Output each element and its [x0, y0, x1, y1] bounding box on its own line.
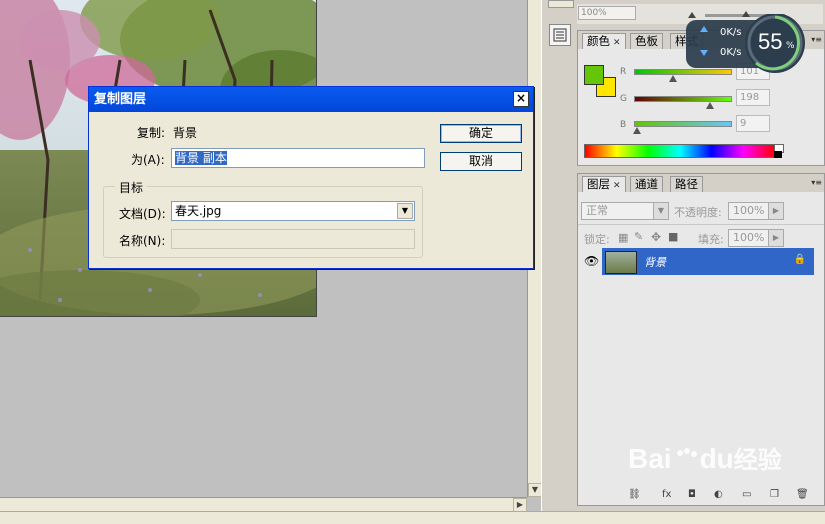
scroll-down-arrow-icon[interactable]: ▼	[528, 483, 542, 497]
panel-dock-strip	[545, 0, 576, 511]
green-slider[interactable]	[634, 96, 732, 102]
cancel-button[interactable]: 取消	[440, 152, 522, 171]
dialog-title: 复制图层	[94, 92, 147, 107]
tab-layers[interactable]: 图层 ✕	[582, 176, 626, 192]
close-icon[interactable]: ×	[513, 91, 529, 107]
red-slider-thumb[interactable]	[668, 75, 677, 82]
blue-slider-thumb[interactable]	[633, 127, 642, 134]
lock-icon: 🔒	[793, 254, 806, 265]
close-tab-icon[interactable]: ✕	[613, 181, 621, 191]
network-speed-widget: 0K/s 0K/s 55 %	[686, 14, 806, 74]
duplicate-layer-dialog: 复制图层 × 复制: 背景 为(A): 背景 副本 目标 文档(D): 春天.j…	[88, 86, 534, 269]
fill-field[interactable]: 100% ▶	[728, 229, 784, 247]
lock-label: 锁定:	[584, 233, 610, 246]
document-name-input[interactable]	[171, 229, 415, 249]
green-value-field[interactable]: 198	[736, 89, 770, 106]
lock-pixels-icon[interactable]: ✎	[634, 230, 643, 243]
blend-mode-select[interactable]: 正常 ▼	[581, 202, 669, 220]
delete-layer-icon[interactable]: 🗑	[796, 489, 809, 500]
panel-menu-icon[interactable]: ▾≡	[811, 35, 822, 44]
green-slider-thumb[interactable]	[706, 102, 715, 109]
blue-slider[interactable]	[634, 121, 732, 127]
copy-source-value: 背景	[173, 126, 198, 140]
layer-style-icon[interactable]: fx	[662, 489, 671, 500]
eye-icon: 👁	[584, 254, 600, 268]
lock-transparent-icon[interactable]: ▦	[618, 231, 628, 244]
chevron-down-icon: ▼	[653, 203, 668, 219]
usage-percent-unit: %	[786, 41, 795, 51]
layer-row[interactable]: 背景 🔒	[602, 248, 814, 275]
link-layers-icon[interactable]: ⛓	[628, 489, 641, 500]
new-layer-icon[interactable]: ❐	[770, 489, 779, 500]
blue-value-field[interactable]: 9	[736, 115, 770, 132]
layers-footer: ⛓ fx ◘ ◐ ▭ ❐ 🗑	[578, 489, 824, 505]
color-spectrum-bar[interactable]	[584, 144, 776, 158]
layers-panel-tabs: 图层 ✕ 通道 路径	[578, 174, 824, 192]
layer-thumbnail	[605, 251, 637, 274]
destination-group-title: 目标	[115, 179, 148, 196]
paw-logo-icon	[672, 447, 700, 475]
dialog-titlebar[interactable]: 复制图层 ×	[89, 87, 533, 112]
document-select-value: 春天.jpg	[175, 204, 222, 218]
adjustment-layer-icon[interactable]: ◐	[714, 489, 723, 500]
lock-all-icon[interactable]: ■	[668, 230, 678, 243]
green-label: G	[620, 94, 627, 104]
document-label: 文档(D):	[119, 207, 166, 221]
tab-paths[interactable]: 路径	[670, 176, 703, 192]
divider	[578, 224, 824, 225]
dock-button[interactable]	[548, 0, 574, 8]
new-layer-name-text: 背景 副本	[175, 151, 227, 165]
usage-percent: 55	[758, 29, 783, 54]
horizontal-scrollbar[interactable]: ▶	[0, 497, 527, 512]
chevron-down-icon[interactable]: ▼	[397, 203, 413, 219]
download-speed: 0K/s	[720, 47, 742, 58]
black-swatch[interactable]	[774, 151, 782, 158]
scroll-right-arrow-icon[interactable]: ▶	[513, 498, 527, 512]
ok-button[interactable]: 确定	[440, 124, 522, 143]
new-layer-name-input[interactable]: 背景 副本	[171, 148, 425, 168]
history-panel-icon[interactable]	[549, 24, 571, 46]
red-label: R	[620, 67, 627, 77]
chevron-right-icon: ▶	[768, 230, 783, 246]
zoom-field[interactable]: 100%	[578, 6, 636, 20]
upload-speed: 0K/s	[720, 27, 742, 38]
watermark-tail: 经验	[733, 447, 782, 474]
document-select[interactable]: 春天.jpg ▼	[171, 201, 415, 221]
as-label: 为(A):	[131, 153, 165, 167]
close-tab-icon[interactable]: ✕	[613, 38, 621, 48]
watermark-paw-text: du	[699, 443, 734, 474]
watermark-text: Bai	[628, 443, 672, 474]
copy-label: 复制:	[137, 126, 166, 140]
opacity-field[interactable]: 100% ▶	[728, 202, 784, 220]
blue-label: B	[620, 120, 627, 130]
tab-swatches[interactable]: 色板	[630, 33, 663, 49]
status-bar	[0, 511, 825, 524]
layer-visibility-toggle[interactable]: 👁	[580, 248, 603, 275]
opacity-label: 不透明度:	[674, 206, 722, 219]
name-label: 名称(N):	[119, 234, 166, 248]
foreground-color-swatch[interactable]	[584, 65, 604, 85]
layer-name: 背景	[644, 256, 666, 269]
new-group-icon[interactable]: ▭	[742, 489, 751, 500]
lock-position-icon[interactable]: ✥	[651, 230, 661, 244]
chevron-right-icon: ▶	[768, 203, 783, 219]
baidu-watermark: Bai du经验	[628, 440, 818, 490]
tab-color[interactable]: 颜色 ✕	[582, 33, 626, 49]
tab-channels[interactable]: 通道	[630, 176, 663, 192]
fill-label: 填充:	[698, 233, 724, 246]
panel-menu-icon[interactable]: ▾≡	[811, 178, 822, 187]
layer-mask-icon[interactable]: ◘	[688, 489, 696, 500]
